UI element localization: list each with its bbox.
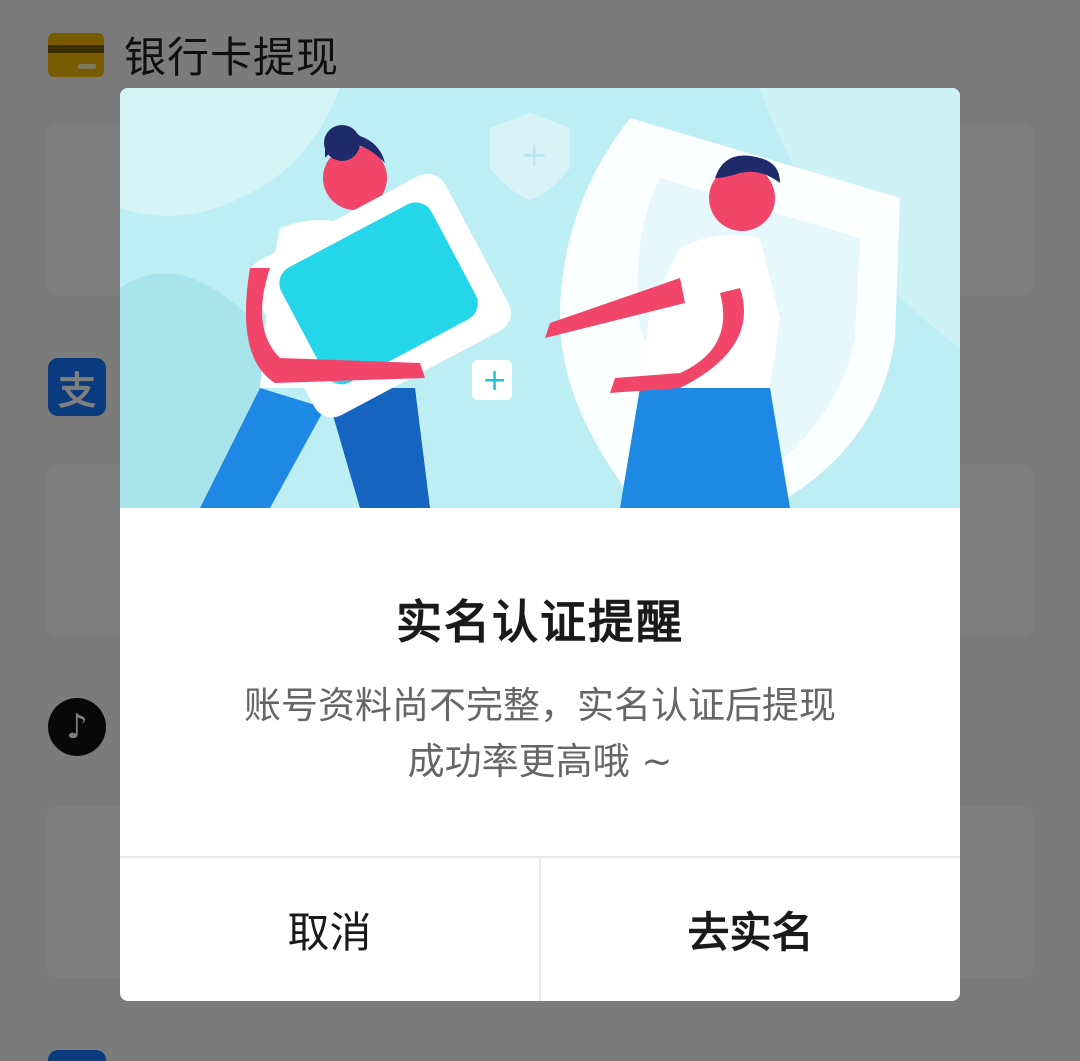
svg-text:+: + — [520, 135, 549, 175]
go-verify-button[interactable]: 去实名 — [539, 858, 960, 1001]
cancel-button[interactable]: 取消 — [120, 858, 539, 1001]
dialog-button-row: 取消 去实名 — [120, 856, 960, 1001]
dialog-message-line-1: 账号资料尚不完整，实名认证后提现 — [244, 684, 836, 727]
dialog-message: 账号资料尚不完整，实名认证后提现 成功率更高哦 ~ — [190, 678, 890, 790]
dialog-message-line-2: 成功率更高哦 ~ — [407, 740, 673, 783]
svg-text:+: + — [482, 363, 507, 398]
real-name-verification-dialog: + + 实名认证提醒 账号资料尚不完整，实名认证后提现 成功率更高哦 ~ 取消 … — [120, 88, 960, 1001]
dialog-title: 实名认证提醒 — [396, 595, 684, 649]
verification-illustration: + + — [120, 88, 960, 508]
